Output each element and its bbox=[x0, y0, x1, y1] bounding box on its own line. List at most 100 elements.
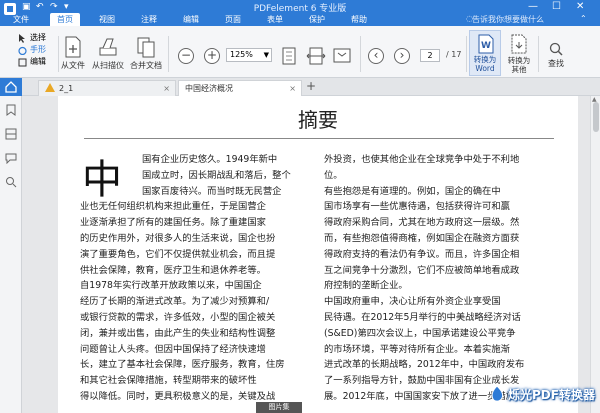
text-line: 长，建立了基本社会保障，医疗服务，教育，住房 bbox=[80, 359, 285, 371]
right-text-column: 外投资，也使其他企业在全球竞争中处于不利地 位。 有些抱怨是有道理的。例如，国企… bbox=[324, 152, 556, 405]
ribbon-toolbar: 选择 手形 编辑 从文件 从扫描仪 合并文档 − + 125% ▼ ‹ › 2 … bbox=[0, 26, 600, 78]
edit-tool-label: 编辑 bbox=[30, 57, 46, 66]
text-line: 业逐渐承担了所有的建国任务。除了重建国家 bbox=[80, 217, 266, 229]
convert-other-icon bbox=[511, 34, 527, 54]
new-tab-icon[interactable]: + bbox=[306, 79, 316, 93]
search-icon bbox=[549, 42, 563, 56]
vertical-scrollbar[interactable]: ▲ bbox=[590, 96, 600, 413]
menu-comment[interactable]: 注释 bbox=[134, 13, 164, 26]
zoom-value: 125% bbox=[230, 50, 253, 59]
next-page-icon[interactable]: › bbox=[394, 48, 410, 64]
text-line: 闭，兼并或出售，由此产生的失业和结构性调整 bbox=[80, 327, 276, 339]
search-button[interactable]: 查找 bbox=[544, 42, 568, 69]
from-scanner-button[interactable]: 从扫描仪 bbox=[90, 36, 126, 71]
text-line: 进式改革的长期战略，2012年中，中国政府发布 bbox=[324, 359, 525, 371]
tab-2-1[interactable]: 2_1 × bbox=[38, 80, 176, 96]
sidebar-search-icon[interactable] bbox=[5, 176, 17, 188]
close-icon[interactable]: ✕ bbox=[576, 1, 584, 12]
chevron-down-icon: ▼ bbox=[263, 51, 269, 59]
edit-tool[interactable]: 编辑 bbox=[16, 56, 60, 68]
watermark-text: 烁光PDF转换器 bbox=[508, 388, 595, 402]
full-screen-icon[interactable] bbox=[332, 46, 352, 66]
word-document-icon: W bbox=[478, 34, 494, 54]
from-file-label: 从文件 bbox=[61, 61, 85, 70]
scanner-icon bbox=[99, 38, 117, 56]
text-line: 国家百废待兴。而当时既无民营企 bbox=[142, 185, 282, 197]
text-line: 而，有些抱怨值得商榷，例如国企在融资方面获 bbox=[324, 232, 520, 244]
thumbnails-icon[interactable] bbox=[5, 128, 17, 140]
text-line: 有些抱怨是有道理的。例如，国企的确在中 bbox=[324, 185, 501, 197]
page-total: / 17 bbox=[446, 50, 462, 59]
convert-to-other-button[interactable]: 转换为 其他 bbox=[504, 34, 534, 74]
combine-files-icon bbox=[137, 37, 155, 58]
edit-pencil-icon bbox=[18, 58, 27, 67]
document-tab-bar: 2_1 × 中国经济概况 × + bbox=[22, 78, 600, 96]
text-line: 外投资，也使其他企业在全球竞争中处于不利地 bbox=[324, 154, 520, 165]
from-file-button[interactable]: 从文件 bbox=[60, 36, 86, 71]
fit-page-icon[interactable] bbox=[280, 46, 298, 66]
home-panel-button[interactable] bbox=[0, 78, 22, 96]
text-line: 得政府支持的看法仍有争议。而且，许多国企相 bbox=[324, 248, 520, 260]
convert-word-label-line2: Word bbox=[475, 64, 495, 73]
menu-protect[interactable]: 保护 bbox=[302, 13, 332, 26]
document-viewer: 摘要 中 国有企业历史悠久。1949年新中 国成立时，因长期战乱和落后，整个 国… bbox=[22, 96, 600, 413]
watermark-logo-icon bbox=[491, 385, 504, 402]
close-tab-icon[interactable]: × bbox=[163, 81, 170, 96]
menu-help[interactable]: 帮助 bbox=[344, 13, 374, 26]
text-line: 府控制的垄断企业。 bbox=[324, 280, 408, 292]
text-line: (S&ED)第四次会议上，中国承诺建设公平竞争 bbox=[324, 327, 516, 339]
menu-view[interactable]: 视图 bbox=[92, 13, 122, 26]
cursor-arrow-icon bbox=[19, 34, 25, 43]
close-tab-icon[interactable]: × bbox=[289, 81, 296, 96]
combine-files-button[interactable]: 合并文档 bbox=[130, 36, 162, 71]
minimize-icon[interactable]: — bbox=[528, 1, 538, 12]
text-line: 供社会保障，教育，医疗卫生和退休养老等。 bbox=[80, 264, 266, 276]
scrollbar-thumb[interactable] bbox=[593, 102, 599, 132]
svg-text:W: W bbox=[481, 41, 491, 51]
menu-page[interactable]: 页面 bbox=[218, 13, 248, 26]
text-line: 国市场享有一些优惠待遇，包括获得许可和赢 bbox=[324, 201, 510, 213]
home-icon bbox=[5, 81, 17, 93]
menu-file[interactable]: 文件 bbox=[6, 13, 36, 26]
text-line: 和其它社会保障措施，转型期带来的破坏性 bbox=[80, 375, 257, 387]
select-tool-label: 选择 bbox=[30, 33, 46, 42]
maximize-icon[interactable]: ☐ bbox=[552, 1, 561, 12]
text-line: 国成立时，因长期战乱和落后，整个 bbox=[142, 169, 291, 181]
hand-tool-label: 手形 bbox=[30, 45, 46, 54]
text-line: 国有企业历史悠久。1949年新中 bbox=[142, 154, 278, 165]
document-heading: 摘要 bbox=[298, 108, 338, 132]
pdf-page: 摘要 中 国有企业历史悠久。1949年新中 国成立时，因长期战乱和落后，整个 国… bbox=[58, 96, 578, 413]
text-line: 或银行贷款的需求，许多低效，小型的国企被关 bbox=[80, 311, 276, 323]
page-number-input[interactable]: 2 bbox=[420, 49, 440, 62]
convert-to-word-button[interactable]: W 转换为 Word bbox=[469, 30, 501, 76]
fit-width-icon[interactable] bbox=[306, 46, 326, 66]
select-tool[interactable]: 选择 bbox=[16, 32, 60, 44]
comments-icon[interactable] bbox=[5, 152, 17, 164]
menu-form[interactable]: 表单 bbox=[260, 13, 290, 26]
zoom-select[interactable]: 125% ▼ bbox=[226, 48, 272, 62]
text-line: 互之间竞争十分激烈，它们不应被简单地看成政 bbox=[324, 264, 520, 276]
heading-divider bbox=[84, 138, 554, 139]
left-sidebar bbox=[0, 78, 22, 413]
text-line: 中国政府重申，决心让所有外资企业享受国 bbox=[324, 296, 501, 308]
search-label: 查找 bbox=[548, 59, 564, 68]
selection-tools: 选择 手形 编辑 bbox=[16, 32, 60, 68]
tab-label: 中国经济概况 bbox=[185, 84, 233, 93]
zoom-in-icon[interactable]: + bbox=[204, 48, 220, 64]
bookmark-icon[interactable] bbox=[5, 104, 17, 116]
previous-page-icon[interactable]: ‹ bbox=[368, 48, 384, 64]
combine-files-label: 合并文档 bbox=[130, 61, 162, 70]
convert-other-label-line2: 其他 bbox=[511, 65, 527, 74]
menu-edit[interactable]: 编辑 bbox=[176, 13, 206, 26]
hand-icon bbox=[18, 46, 27, 55]
tab-china-economy[interactable]: 中国经济概况 × bbox=[178, 80, 302, 96]
title-bar: ▣ ↶ ↷ ▾ PDFelement 6 专业版 — ☐ ✕ 文件 首页 视图 … bbox=[0, 0, 600, 26]
collapse-ribbon-icon[interactable]: ⌃ bbox=[580, 14, 587, 23]
hand-tool[interactable]: 手形 bbox=[16, 44, 60, 56]
zoom-out-icon[interactable]: − bbox=[178, 48, 194, 64]
tell-me-search[interactable]: 告诉我你想要做什么 bbox=[472, 14, 544, 25]
convert-word-label-line1: 转换为 bbox=[473, 55, 497, 64]
menu-home[interactable]: 首页 bbox=[50, 13, 80, 26]
convert-other-label-line1: 转换为 bbox=[507, 56, 531, 65]
text-line: 位。 bbox=[324, 169, 343, 181]
